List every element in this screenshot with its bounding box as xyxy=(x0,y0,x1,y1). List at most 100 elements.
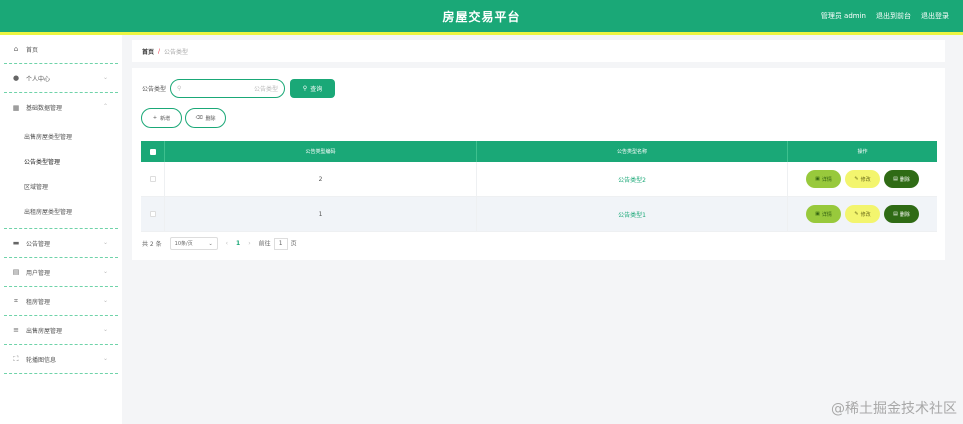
detail-label: 详情 xyxy=(821,176,832,183)
home-icon: ⌂ xyxy=(13,45,19,53)
sidebar-item-label: 出售房屋管理 xyxy=(26,327,63,335)
table-header: 公告类型编码 公告类型名称 操作 xyxy=(141,141,937,162)
cell-code: 2 xyxy=(165,162,477,196)
header-checkbox-cell xyxy=(141,141,165,162)
breadcrumb: 首页 / 公告类型 xyxy=(132,40,945,62)
row-checkbox[interactable] xyxy=(149,211,156,217)
page-unit: 页 xyxy=(290,240,297,247)
top-header: 房屋交易平台 管理员 admin 退出到前台 退出登录 xyxy=(0,0,963,32)
search-input[interactable]: ⚲ 公告类型 xyxy=(170,79,286,98)
search-button[interactable]: ⚲ 查询 xyxy=(290,79,336,98)
trash-icon: ⌫ xyxy=(195,115,203,121)
crop-icon: ⌗ xyxy=(14,296,18,305)
user-icon: ● xyxy=(12,74,20,82)
breadcrumb-current: 公告类型 xyxy=(164,48,189,56)
search-button-label: 查询 xyxy=(310,86,323,93)
column-header-code[interactable]: 公告类型编码 xyxy=(165,141,477,162)
table-row: 2 公告类型2 ▣ 详情 ✎ 修改 ▤ 删除 xyxy=(141,162,937,197)
sidebar-item-rent[interactable]: ⌗ 租房管理 ⌄ xyxy=(4,287,118,316)
edit-button[interactable]: ✎ 修改 xyxy=(845,205,880,223)
cell-ops: ▣ 详情 ✎ 修改 ▤ 删除 xyxy=(788,162,937,196)
sidebar-item-carousel[interactable]: ⛶ 轮播图信息 ⌄ xyxy=(4,345,118,374)
breadcrumb-separator: / xyxy=(158,47,161,55)
select-all-checkbox[interactable] xyxy=(149,148,156,155)
sidebar-item-notice[interactable]: ▬ 公告管理 ⌄ xyxy=(4,229,118,258)
sidebar-item-label: 首页 xyxy=(26,46,39,54)
action-row: + 新增 ⌫ 删除 xyxy=(141,108,226,128)
sidebar-item-label: 公告管理 xyxy=(26,240,51,248)
row-checkbox-cell xyxy=(141,197,165,231)
edit-label: 修改 xyxy=(860,211,871,218)
sidebar-item-label: 个人中心 xyxy=(26,75,51,83)
trash-icon: ▤ xyxy=(893,176,898,182)
plus-icon: + xyxy=(152,115,158,121)
prev-page-button[interactable]: ‹ xyxy=(226,240,228,247)
sidebar-item-users[interactable]: ▤ 用户管理 ⌄ xyxy=(4,258,118,287)
edit-label: 修改 xyxy=(860,176,871,183)
submenu-area[interactable]: 区域管理 xyxy=(4,174,118,199)
chevron-down-icon: ⌄ xyxy=(102,297,108,304)
add-button[interactable]: + 新增 xyxy=(141,108,182,128)
sidebar-item-label: 基础数据管理 xyxy=(26,105,63,112)
main-content: 公告类型 ⚲ 公告类型 ⚲ 查询 + 新增 ⌫ 删除 公告类型编码 公告类型名称… xyxy=(132,68,945,260)
search-placeholder: 公告类型 xyxy=(254,86,279,93)
search-icon: ⚲ xyxy=(177,85,182,92)
next-page-button[interactable]: › xyxy=(248,240,250,247)
goto-label: 前往 1 页 xyxy=(259,237,297,250)
submenu-sale-house-type[interactable]: 出售房屋类型管理 xyxy=(4,124,118,149)
cell-code: 1 xyxy=(165,197,477,231)
row-checkbox[interactable] xyxy=(149,176,156,182)
breadcrumb-home[interactable]: 首页 xyxy=(142,47,154,56)
header-actions: 管理员 admin 退出到前台 退出登录 xyxy=(821,11,949,21)
current-page[interactable]: 1 xyxy=(236,240,240,247)
page-size-value: 10条/页 xyxy=(174,241,193,247)
sidebar-item-home[interactable]: ⌂ 首页 xyxy=(4,35,118,64)
back-to-front-link[interactable]: 退出到前台 xyxy=(876,11,911,21)
delete-label: 删除 xyxy=(899,176,910,183)
column-header-name[interactable]: 公告类型名称 xyxy=(477,141,788,162)
goto-input[interactable]: 1 xyxy=(273,237,288,250)
chevron-down-icon: ⌄ xyxy=(102,268,108,275)
column-header-ops: 操作 xyxy=(857,149,868,155)
grid-icon: ▦ xyxy=(12,103,20,112)
fullscreen-icon: ⛶ xyxy=(13,354,19,363)
app-title: 房屋交易平台 xyxy=(442,10,521,24)
sidebar-item-profile[interactable]: ● 个人中心 ⌄ xyxy=(4,64,118,93)
row-delete-button[interactable]: ▤ 删除 xyxy=(884,170,919,188)
chevron-down-icon: ⌄ xyxy=(208,240,213,247)
detail-label: 详情 xyxy=(821,211,832,218)
users-icon: ▤ xyxy=(12,268,20,276)
sidebar: ⌂ 首页 ● 个人中心 ⌄ ▦ 基础数据管理 ⌃ 出售房屋类型管理 公告类型管理… xyxy=(0,35,122,424)
edit-icon: ✎ xyxy=(854,211,859,217)
cell-name: 公告类型1 xyxy=(477,197,788,231)
chevron-down-icon: ⌄ xyxy=(102,74,108,81)
sidebar-item-label: 轮播图信息 xyxy=(26,356,57,364)
chevron-down-icon: ⌄ xyxy=(102,239,108,246)
row-delete-button[interactable]: ▤ 删除 xyxy=(884,205,919,223)
pagination: 共 2 条 10条/页 ⌄ ‹ 1 › 前往 1 页 xyxy=(142,237,297,250)
detail-button[interactable]: ▣ 详情 xyxy=(806,170,841,188)
admin-label: 管理员 admin xyxy=(820,12,866,20)
submenu-rent-house-type[interactable]: 出租房屋类型管理 xyxy=(4,199,118,224)
notice-icon: ▬ xyxy=(12,239,20,247)
data-table: 公告类型编码 公告类型名称 操作 2 公告类型2 ▣ 详情 ✎ 修改 ▤ 删除 1 公… xyxy=(141,141,937,232)
detail-button[interactable]: ▣ 详情 xyxy=(806,205,841,223)
sidebar-item-sale-house[interactable]: ≡ 出售房屋管理 ⌄ xyxy=(4,316,118,345)
base-data-submenu: 出售房屋类型管理 公告类型管理 区域管理 出租房屋类型管理 xyxy=(4,122,118,229)
search-row: 公告类型 ⚲ 公告类型 ⚲ 查询 xyxy=(142,79,336,98)
chevron-up-icon: ⌃ xyxy=(102,103,108,110)
search-label: 公告类型 xyxy=(142,86,167,93)
chevron-down-icon: ⌄ xyxy=(102,326,108,333)
watermark: @稀土掘金技术社区 xyxy=(831,401,957,417)
trash-icon: ▤ xyxy=(893,211,898,217)
sidebar-item-label: 用户管理 xyxy=(26,269,51,277)
header-accent-bar xyxy=(0,32,963,35)
page-size-select[interactable]: 10条/页 ⌄ xyxy=(169,237,218,250)
edit-button[interactable]: ✎ 修改 xyxy=(845,170,880,188)
submenu-notice-type[interactable]: 公告类型管理 xyxy=(4,149,118,174)
delete-button[interactable]: ⌫ 删除 xyxy=(185,108,226,128)
logout-link[interactable]: 退出登录 xyxy=(921,11,949,21)
detail-icon: ▣ xyxy=(815,176,820,182)
sidebar-item-base-data[interactable]: ▦ 基础数据管理 ⌃ xyxy=(4,93,118,122)
pager-total: 共 2 条 xyxy=(142,241,162,248)
